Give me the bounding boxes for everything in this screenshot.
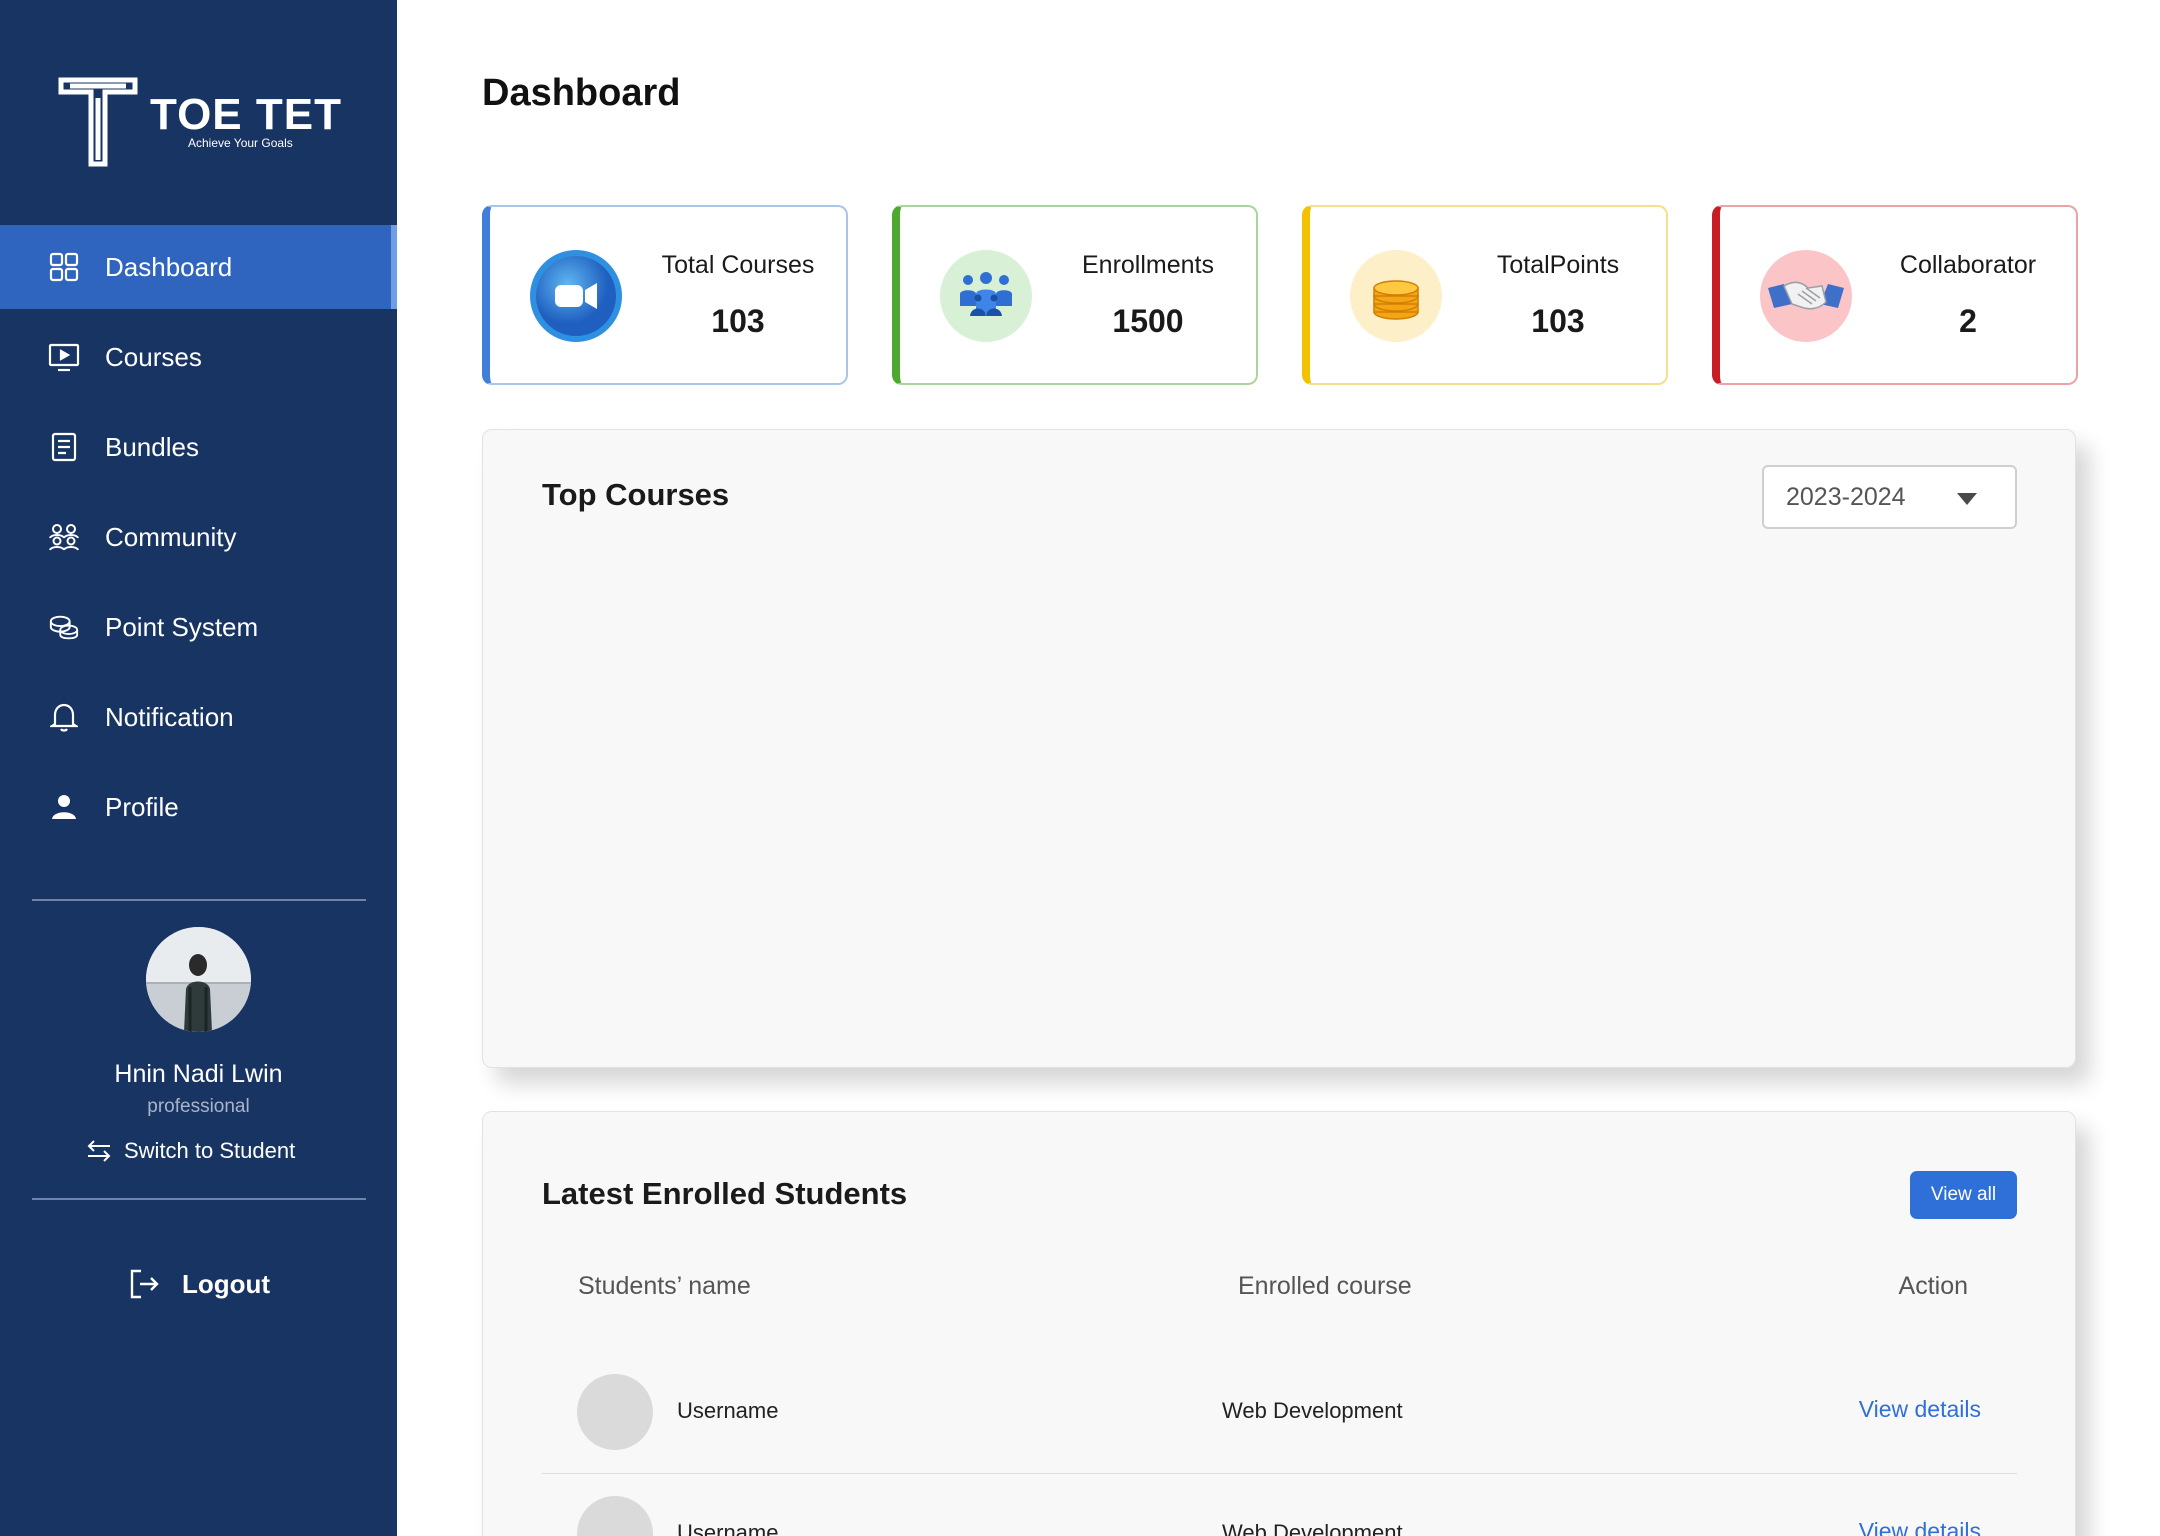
column-header-action: Action bbox=[1898, 1272, 1968, 1300]
stat-label: Collaborator bbox=[1899, 251, 2037, 279]
sidebar-item-label: Notification bbox=[105, 701, 234, 732]
stat-label: TotalPoints bbox=[1496, 251, 1620, 279]
sidebar: TOE TET Achieve Your Goals Dashboard Cou… bbox=[0, 0, 397, 1536]
stat-value: 103 bbox=[1531, 303, 1585, 339]
stat-value: 103 bbox=[711, 303, 765, 339]
people-icon bbox=[940, 250, 1032, 342]
student-name: Username bbox=[677, 1398, 779, 1423]
student-avatar bbox=[577, 1374, 653, 1450]
sidebar-item-courses[interactable]: Courses bbox=[0, 315, 397, 399]
column-header-name: Students’ name bbox=[578, 1272, 751, 1300]
column-header-course: Enrolled course bbox=[1238, 1272, 1412, 1300]
users-group-icon bbox=[48, 521, 80, 553]
stat-card-total-courses[interactable]: Total Courses 103 bbox=[482, 205, 848, 385]
page-title: Dashboard bbox=[482, 72, 681, 114]
video-camera-icon bbox=[530, 250, 622, 342]
table-row: Username Web Development View details bbox=[542, 1352, 2017, 1474]
grid-icon bbox=[48, 251, 80, 283]
year-select[interactable]: 2023-2024 bbox=[1762, 465, 2017, 529]
sidebar-item-label: Point System bbox=[105, 611, 259, 642]
view-details-link[interactable]: View details bbox=[1859, 1396, 1981, 1423]
stat-card-collaborator[interactable]: Collaborator 2 bbox=[1712, 205, 2078, 385]
top-courses-title: Top Courses bbox=[542, 477, 730, 512]
sidebar-item-community[interactable]: Community bbox=[0, 495, 397, 579]
sidebar-divider bbox=[32, 1198, 366, 1200]
caret-down-icon bbox=[1957, 493, 1977, 505]
view-details-link[interactable]: View details bbox=[1859, 1518, 1981, 1536]
brand-logo[interactable]: TOE TET Achieve Your Goals bbox=[58, 76, 348, 176]
top-courses-panel: Top Courses 2023-2024 bbox=[482, 429, 2076, 1068]
user-name: Hnin Nadi Lwin bbox=[114, 1060, 283, 1088]
sidebar-item-label: Courses bbox=[105, 341, 202, 372]
switch-to-student-button[interactable]: Switch to Student bbox=[86, 1138, 295, 1164]
stat-value: 2 bbox=[1959, 303, 1977, 339]
year-select-value: 2023-2024 bbox=[1786, 482, 1906, 511]
stat-label: Total Courses bbox=[661, 251, 815, 279]
enrolled-course: Web Development bbox=[1222, 1398, 1403, 1423]
user-role: professional bbox=[147, 1096, 250, 1117]
sidebar-nav: Dashboard Courses Bundles Community Poin… bbox=[0, 225, 397, 855]
student-name: Username bbox=[677, 1520, 779, 1536]
latest-enrolled-title: Latest Enrolled Students bbox=[542, 1176, 908, 1211]
brand-tagline: Achieve Your Goals bbox=[188, 136, 293, 150]
stat-label: Enrollments bbox=[1082, 251, 1214, 279]
logout-label: Logout bbox=[182, 1268, 271, 1299]
swap-arrows-icon bbox=[87, 1140, 111, 1162]
sidebar-item-profile[interactable]: Profile bbox=[0, 765, 397, 849]
brand-name: TOE TET bbox=[150, 90, 342, 139]
sidebar-divider bbox=[32, 899, 366, 901]
logout-icon bbox=[130, 1269, 159, 1299]
monitor-play-icon bbox=[48, 341, 80, 373]
sidebar-item-label: Bundles bbox=[105, 431, 199, 462]
stat-card-enrollments[interactable]: Enrollments 1500 bbox=[892, 205, 1258, 385]
student-avatar bbox=[577, 1496, 653, 1536]
sidebar-item-notification[interactable]: Notification bbox=[0, 675, 397, 759]
logo-t-icon bbox=[58, 77, 138, 167]
sidebar-item-dashboard[interactable]: Dashboard bbox=[0, 225, 397, 309]
latest-enrolled-panel: Latest Enrolled Students View all Studen… bbox=[482, 1111, 2076, 1536]
sidebar-item-label: Profile bbox=[105, 791, 179, 822]
table-row: Username Web Development View details bbox=[542, 1474, 2017, 1536]
stat-value: 1500 bbox=[1112, 303, 1184, 339]
sidebar-item-label: Community bbox=[105, 521, 237, 552]
sidebar-item-label: Dashboard bbox=[105, 251, 233, 282]
logout-button[interactable]: Logout bbox=[128, 1268, 270, 1300]
sidebar-item-bundles[interactable]: Bundles bbox=[0, 405, 397, 489]
sidebar-item-point-system[interactable]: Point System bbox=[0, 585, 397, 669]
enrolled-course: Web Development bbox=[1222, 1520, 1403, 1536]
avatar[interactable] bbox=[146, 927, 251, 1032]
bell-icon bbox=[48, 701, 80, 733]
switch-label: Switch to Student bbox=[124, 1138, 296, 1163]
coins-icon bbox=[1350, 250, 1442, 342]
avatar-photo-icon bbox=[146, 927, 251, 1032]
handshake-icon bbox=[1760, 250, 1852, 342]
user-icon bbox=[48, 791, 80, 823]
stat-card-total-points[interactable]: TotalPoints 103 bbox=[1302, 205, 1668, 385]
document-list-icon bbox=[48, 431, 80, 463]
coins-stack-icon bbox=[48, 611, 80, 643]
view-all-button[interactable]: View all bbox=[1910, 1171, 2017, 1219]
